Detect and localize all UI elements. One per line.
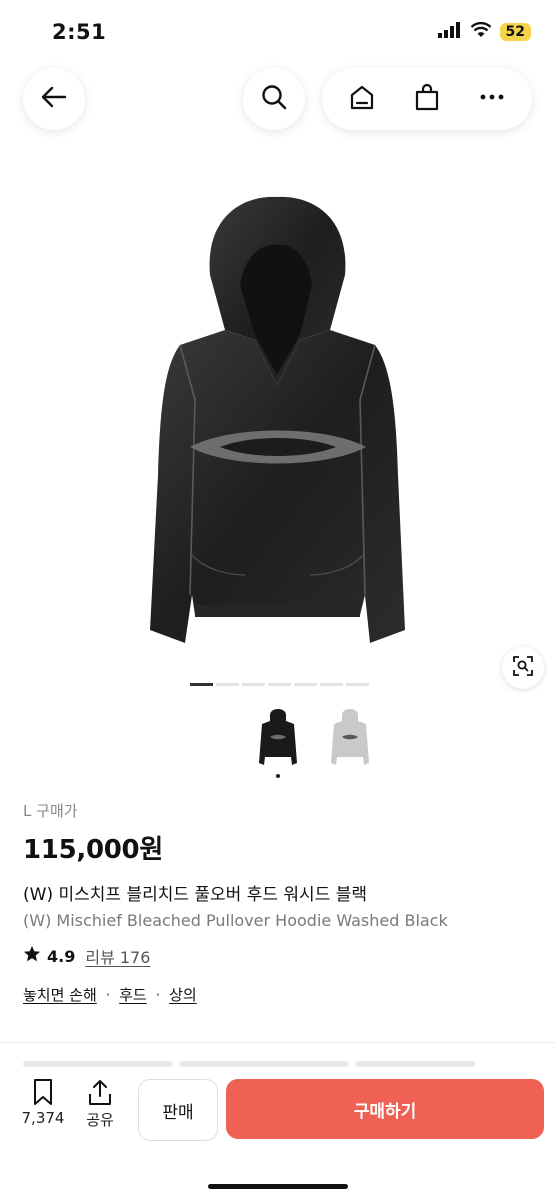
gallery-pagination (190, 683, 369, 686)
faded-content-line (23, 1061, 533, 1071)
buy-price-label: L 구매가 (23, 800, 533, 821)
category-tags: 놓치면 손해 · 후드 · 상의 (23, 984, 533, 1005)
star-icon (23, 945, 41, 967)
status-time: 2:51 (52, 20, 107, 44)
status-icons: 52 (437, 21, 531, 42)
status-bar: 2:51 52 (0, 0, 555, 68)
pagination-dot[interactable] (320, 683, 343, 686)
nav-actions-group (322, 68, 532, 130)
battery-indicator: 52 (499, 23, 531, 41)
cart-button[interactable] (401, 73, 453, 125)
pagination-dot[interactable] (268, 683, 291, 686)
rating-row: 4.9 리뷰 176 (23, 944, 533, 968)
home-icon (348, 83, 376, 115)
rating-score: 4.9 (47, 946, 76, 966)
tag-separator: · (155, 986, 161, 1004)
arrow-left-icon (39, 82, 69, 116)
share-label: 공유 (86, 1111, 114, 1129)
search-button[interactable] (243, 68, 305, 130)
review-link[interactable]: 리뷰 176 (85, 944, 150, 968)
shopping-bag-icon (413, 83, 441, 115)
price: 115,000원 (23, 835, 163, 865)
pagination-dot[interactable] (346, 683, 369, 686)
faded-segment (355, 1061, 475, 1067)
scan-icon (512, 655, 534, 681)
product-info: L 구매가 115,000원 (W) 미스치프 블리치드 풀오버 후드 워시드 … (23, 800, 533, 1005)
size-label: L (23, 802, 32, 820)
pagination-dot[interactable] (294, 683, 317, 686)
tag-separator: · (105, 986, 111, 1004)
bookmark-icon (31, 1078, 55, 1110)
bottom-action-bar: 7,374 공유 판매 구매하기 (0, 1075, 555, 1200)
more-button[interactable] (466, 73, 518, 125)
home-button[interactable] (336, 73, 388, 125)
more-dots-icon (478, 83, 506, 115)
section-divider (0, 1042, 555, 1043)
faded-segment (23, 1061, 173, 1067)
image-search-button[interactable] (502, 647, 544, 689)
product-name-ko: (W) 미스치프 블리치드 풀오버 후드 워시드 블랙 (23, 885, 368, 905)
pagination-dot[interactable] (242, 683, 265, 686)
buy-price-text: 구매가 (36, 802, 78, 820)
variant-gray[interactable] (324, 703, 376, 773)
wifi-icon (470, 21, 492, 42)
back-button[interactable] (23, 68, 85, 130)
bookmark-button[interactable]: 7,374 (19, 1079, 67, 1127)
top-nav (0, 68, 555, 132)
faded-segment (179, 1061, 349, 1067)
home-indicator (208, 1184, 348, 1189)
variant-selected-indicator (276, 774, 280, 778)
signal-icon (437, 22, 462, 42)
pagination-dot[interactable] (216, 683, 239, 686)
bookmark-count: 7,374 (21, 1109, 65, 1127)
variant-black[interactable] (252, 703, 304, 773)
share-icon (87, 1078, 113, 1110)
share-button[interactable]: 공유 (76, 1079, 124, 1130)
pagination-dot[interactable] (190, 683, 213, 686)
search-icon (260, 83, 288, 115)
variant-thumbnails (252, 703, 376, 773)
sell-button[interactable]: 판매 (138, 1079, 218, 1141)
tag-link[interactable]: 놓치면 손해 (23, 986, 97, 1004)
tag-link[interactable]: 후드 (119, 986, 147, 1004)
product-name-en: (W) Mischief Bleached Pullover Hoodie Wa… (23, 911, 448, 930)
tag-link[interactable]: 상의 (169, 986, 197, 1004)
buy-button[interactable]: 구매하기 (226, 1079, 544, 1139)
product-image[interactable] (0, 175, 555, 675)
